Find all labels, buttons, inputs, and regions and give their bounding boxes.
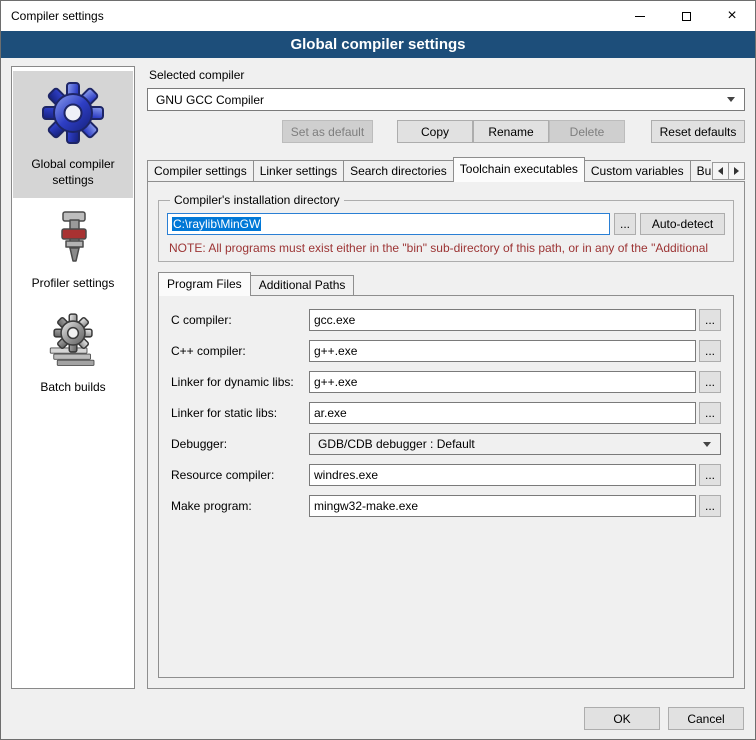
make-program-value: mingw32-make.exe xyxy=(314,499,418,513)
debugger-select[interactable]: GDB/CDB debugger : Default xyxy=(309,433,721,455)
compiler-settings-window: Compiler settings × Global compiler sett… xyxy=(0,0,756,740)
dialog-footer: OK Cancel xyxy=(1,699,755,739)
tab-custom-variables[interactable]: Custom variables xyxy=(584,160,691,182)
installation-directory-value: C:\raylib\MinGW xyxy=(172,217,261,231)
right-arrow-icon xyxy=(734,167,739,175)
tab-search-directories[interactable]: Search directories xyxy=(343,160,454,182)
tab-toolchain-executables[interactable]: Toolchain executables xyxy=(453,157,585,182)
rename-button[interactable]: Rename xyxy=(473,120,549,143)
window-controls: × xyxy=(617,1,755,31)
tab-build-options[interactable]: Builc xyxy=(690,160,711,182)
dynamic-linker-input[interactable]: g++.exe xyxy=(309,371,696,393)
close-button[interactable]: × xyxy=(709,1,755,31)
browse-dynamic-linker-button[interactable]: ... xyxy=(699,371,721,393)
compiler-buttons-row: Set as default Copy Rename Delete Reset … xyxy=(147,120,745,143)
toolchain-subtabs: Program Files Additional Paths xyxy=(158,272,734,296)
program-files-panel: C compiler: gcc.exe ... C++ compiler: g+… xyxy=(158,295,734,678)
cpp-compiler-input[interactable]: g++.exe xyxy=(309,340,696,362)
ok-button[interactable]: OK xyxy=(584,707,660,730)
maximize-button[interactable] xyxy=(663,1,709,31)
make-program-label: Make program: xyxy=(171,499,309,513)
sidebar-item-label: Profiler settings xyxy=(32,276,115,292)
cpp-compiler-value: g++.exe xyxy=(314,344,357,358)
toolchain-executables-panel: Compiler's installation directory C:\ray… xyxy=(147,181,745,689)
settings-sidebar: Global compiler settings Profiler se xyxy=(11,66,135,689)
dynamic-linker-value: g++.exe xyxy=(314,375,357,389)
browse-make-program-button[interactable]: ... xyxy=(699,495,721,517)
auto-detect-button[interactable]: Auto-detect xyxy=(640,213,725,235)
main-panel: Selected compiler GNU GCC Compiler Set a… xyxy=(147,66,745,689)
c-compiler-value: gcc.exe xyxy=(314,313,355,327)
static-linker-input[interactable]: ar.exe xyxy=(309,402,696,424)
c-compiler-input[interactable]: gcc.exe xyxy=(309,309,696,331)
browse-cpp-compiler-button[interactable]: ... xyxy=(699,340,721,362)
compiler-select[interactable]: GNU GCC Compiler xyxy=(147,88,745,111)
delete-button[interactable]: Delete xyxy=(549,120,625,143)
make-program-row: Make program: mingw32-make.exe ... xyxy=(171,495,721,517)
clamp-tool-icon xyxy=(45,208,101,267)
resource-compiler-input[interactable]: windres.exe xyxy=(309,464,696,486)
static-linker-value: ar.exe xyxy=(314,406,347,420)
dynamic-linker-label: Linker for dynamic libs: xyxy=(171,375,309,389)
browse-installation-directory-button[interactable]: ... xyxy=(614,213,636,235)
debugger-label: Debugger: xyxy=(171,437,309,451)
left-arrow-icon xyxy=(718,167,723,175)
debugger-row: Debugger: GDB/CDB debugger : Default xyxy=(171,433,721,455)
installation-directory-input[interactable]: C:\raylib\MinGW xyxy=(167,213,610,235)
dialog-body: Global compiler settings Profiler se xyxy=(1,58,755,699)
c-compiler-label: C compiler: xyxy=(171,313,309,327)
sidebar-item-label: Global compiler settings xyxy=(16,157,130,188)
chevron-down-icon xyxy=(727,97,735,102)
static-linker-label: Linker for static libs: xyxy=(171,406,309,420)
cancel-button[interactable]: Cancel xyxy=(668,707,744,730)
dialog-banner: Global compiler settings xyxy=(1,31,755,58)
installation-directory-row: C:\raylib\MinGW ... Auto-detect xyxy=(167,213,725,235)
selected-compiler-label: Selected compiler xyxy=(149,68,745,82)
tab-compiler-settings[interactable]: Compiler settings xyxy=(147,160,254,182)
installation-directory-group: Compiler's installation directory C:\ray… xyxy=(158,193,734,262)
close-icon: × xyxy=(727,8,736,24)
tab-scroll-left-button[interactable] xyxy=(712,162,729,180)
settings-tabstrip: Compiler settings Linker settings Search… xyxy=(147,157,745,182)
tab-scroll-right-button[interactable] xyxy=(728,162,745,180)
titlebar: Compiler settings × xyxy=(1,1,755,31)
banner-title: Global compiler settings xyxy=(290,36,465,53)
reset-defaults-button[interactable]: Reset defaults xyxy=(651,120,745,143)
sidebar-item-profiler-settings[interactable]: Profiler settings xyxy=(13,198,133,302)
subtab-program-files[interactable]: Program Files xyxy=(158,272,251,296)
tabs-scroll-area: Compiler settings Linker settings Search… xyxy=(147,157,711,182)
copy-button[interactable]: Copy xyxy=(397,120,473,143)
maximize-icon xyxy=(682,12,691,21)
compiler-select-value: GNU GCC Compiler xyxy=(156,93,264,107)
debugger-select-value: GDB/CDB debugger : Default xyxy=(318,437,475,451)
minimize-icon xyxy=(635,16,645,17)
dynamic-linker-row: Linker for dynamic libs: g++.exe ... xyxy=(171,371,721,393)
cpp-compiler-label: C++ compiler: xyxy=(171,344,309,358)
installation-directory-note: NOTE: All programs must exist either in … xyxy=(169,241,723,255)
blue-gear-icon xyxy=(41,81,105,148)
subtab-additional-paths[interactable]: Additional Paths xyxy=(250,275,355,296)
sidebar-item-global-compiler-settings[interactable]: Global compiler settings xyxy=(13,71,133,198)
c-compiler-row: C compiler: gcc.exe ... xyxy=(171,309,721,331)
gray-gear-stack-icon xyxy=(45,312,101,371)
browse-resource-compiler-button[interactable]: ... xyxy=(699,464,721,486)
minimize-button[interactable] xyxy=(617,1,663,31)
window-title: Compiler settings xyxy=(1,9,104,23)
sidebar-item-batch-builds[interactable]: Batch builds xyxy=(13,302,133,406)
installation-directory-group-title: Compiler's installation directory xyxy=(170,193,344,207)
tab-linker-settings[interactable]: Linker settings xyxy=(253,160,344,182)
resource-compiler-label: Resource compiler: xyxy=(171,468,309,482)
chevron-down-icon xyxy=(703,442,711,447)
browse-static-linker-button[interactable]: ... xyxy=(699,402,721,424)
make-program-input[interactable]: mingw32-make.exe xyxy=(309,495,696,517)
resource-compiler-value: windres.exe xyxy=(314,468,378,482)
static-linker-row: Linker for static libs: ar.exe ... xyxy=(171,402,721,424)
set-as-default-button[interactable]: Set as default xyxy=(282,120,373,143)
cpp-compiler-row: C++ compiler: g++.exe ... xyxy=(171,340,721,362)
resource-compiler-row: Resource compiler: windres.exe ... xyxy=(171,464,721,486)
sidebar-item-label: Batch builds xyxy=(40,380,105,396)
tab-scrollers xyxy=(713,162,745,180)
browse-c-compiler-button[interactable]: ... xyxy=(699,309,721,331)
